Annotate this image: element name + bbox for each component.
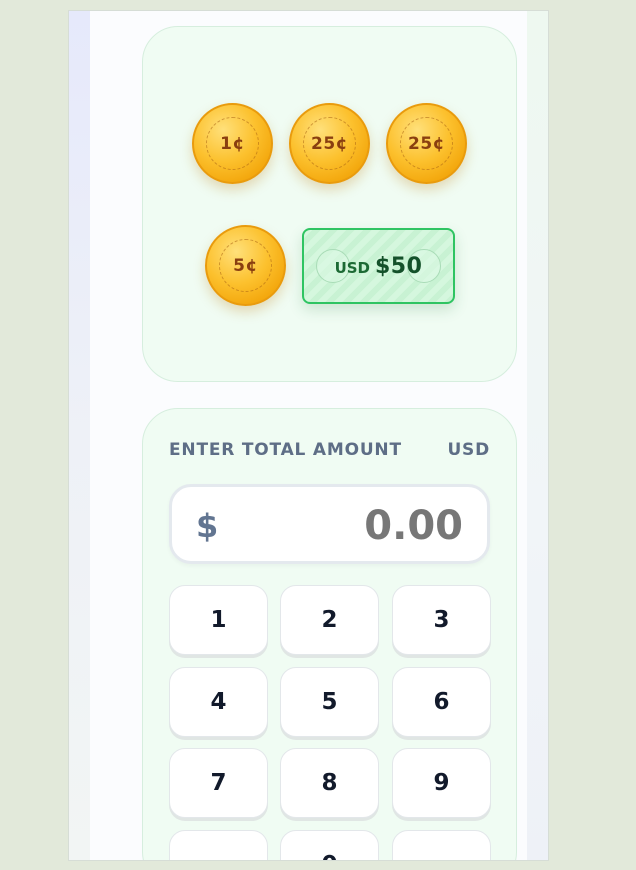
key-3[interactable]: 3 [392,585,491,655]
main-column: 1¢ 25¢ 25¢ 5¢ USD $50 ENTER TOTAL AMOUNT [90,11,527,860]
right-gutter [527,11,548,860]
bill-text: USD $50 [335,254,423,279]
key-4[interactable]: 4 [169,667,268,737]
key-8[interactable]: 8 [280,748,379,818]
app-frame: 1¢ 25¢ 25¢ 5¢ USD $50 ENTER TOTAL AMOUNT [68,10,549,861]
key-backspace[interactable] [392,830,491,861]
key-1[interactable]: 1 [169,585,268,655]
left-gutter [69,11,90,860]
backspace-icon [435,860,450,861]
coin-1-cent[interactable]: 1¢ [192,103,273,184]
key-6[interactable]: 6 [392,667,491,737]
coin-25-cent[interactable]: 25¢ [386,103,467,184]
amount-input[interactable]: $ 0.00 [169,484,490,564]
entry-label: ENTER TOTAL AMOUNT [169,440,402,460]
coin-label: 1¢ [220,133,245,154]
coin-label: 25¢ [408,133,445,154]
key-9[interactable]: 9 [392,748,491,818]
bill-amount: $50 [375,253,423,279]
coin-5-cent[interactable]: 5¢ [205,225,286,306]
key-7[interactable]: 7 [169,748,268,818]
bill-50-dollar[interactable]: USD $50 [302,228,455,304]
amount-value: 0.00 [364,503,463,549]
key-5[interactable]: 5 [280,667,379,737]
coin-label: 25¢ [311,133,348,154]
coin-25-cent[interactable]: 25¢ [289,103,370,184]
currency-symbol: $ [196,507,219,545]
entry-currency: USD [447,440,490,460]
key-0[interactable]: 0 [280,830,379,860]
key-clear[interactable] [169,830,268,860]
amount-entry-card: ENTER TOTAL AMOUNT USD $ 0.00 1 2 3 4 5 … [142,408,517,861]
bill-currency: USD [334,258,370,277]
money-tray-card: 1¢ 25¢ 25¢ 5¢ USD $50 [142,26,517,382]
key-2[interactable]: 2 [280,585,379,655]
coin-label: 5¢ [233,255,258,276]
